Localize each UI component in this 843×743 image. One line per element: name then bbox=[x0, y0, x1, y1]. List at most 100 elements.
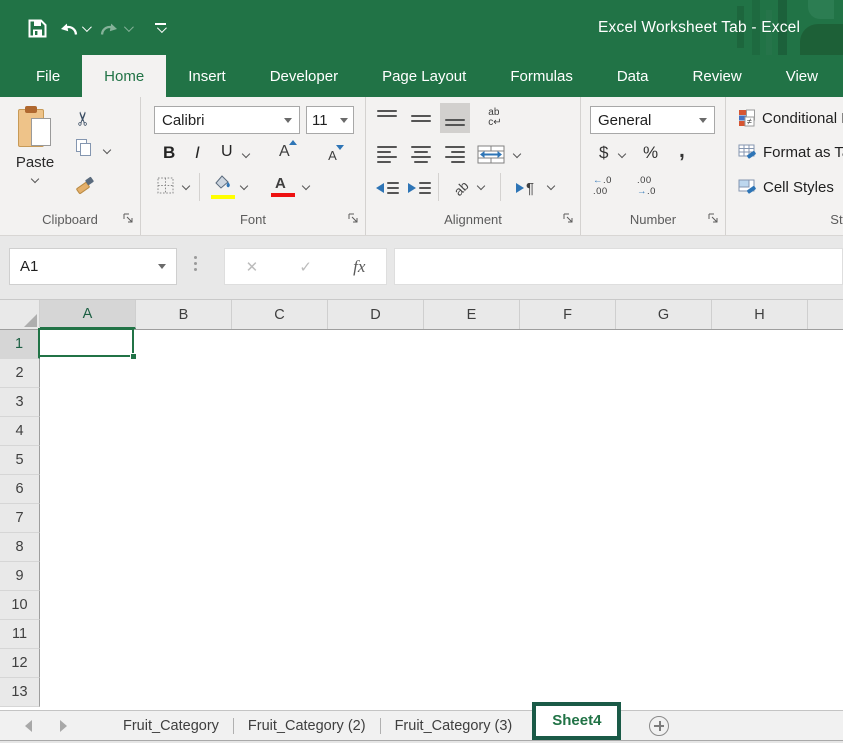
column-header-d[interactable]: D bbox=[328, 300, 424, 329]
row-header-10[interactable]: 10 bbox=[0, 591, 40, 620]
orientation-button[interactable]: ab bbox=[446, 173, 476, 203]
cell-styles-button[interactable]: Cell Styles bbox=[738, 179, 834, 196]
row-header-6[interactable]: 6 bbox=[0, 475, 40, 504]
tab-insert[interactable]: Insert bbox=[166, 55, 248, 97]
increase-decimal-button[interactable]: ←.0 .00 bbox=[593, 175, 612, 197]
increase-indent-button[interactable] bbox=[404, 173, 434, 203]
tab-review[interactable]: Review bbox=[671, 55, 764, 97]
tab-developer[interactable]: Developer bbox=[248, 55, 360, 97]
name-box[interactable]: A1 bbox=[9, 248, 177, 285]
undo-dropdown-icon[interactable] bbox=[82, 22, 92, 32]
cut-button[interactable]: ✂ bbox=[76, 107, 92, 130]
decrease-indent-button[interactable] bbox=[372, 173, 402, 203]
column-header-g[interactable]: G bbox=[616, 300, 712, 329]
decrease-font-size-button[interactable]: A bbox=[328, 148, 337, 163]
fill-color-button[interactable] bbox=[211, 173, 235, 194]
fill-color-dropdown-icon[interactable] bbox=[240, 182, 248, 190]
sheet-tab-sheet4-active[interactable]: Sheet4 bbox=[532, 702, 621, 740]
column-header-c[interactable]: C bbox=[232, 300, 328, 329]
row-header-7[interactable]: 7 bbox=[0, 504, 40, 533]
underline-button[interactable]: U bbox=[221, 143, 233, 161]
sheet-nav-next-icon[interactable] bbox=[60, 720, 67, 732]
paste-button[interactable]: Paste bbox=[6, 102, 64, 210]
sheet-tab-fruit-category-3[interactable]: Fruit_Category (3) bbox=[381, 711, 527, 740]
new-sheet-button[interactable] bbox=[649, 716, 669, 736]
tab-formulas[interactable]: Formulas bbox=[488, 55, 595, 97]
sheet-nav-prev-icon[interactable] bbox=[25, 720, 32, 732]
borders-dropdown-icon[interactable] bbox=[182, 182, 190, 190]
middle-align-button[interactable] bbox=[406, 103, 436, 133]
font-color-dropdown-icon[interactable] bbox=[302, 182, 310, 190]
row-header-2[interactable]: 2 bbox=[0, 359, 40, 388]
sheet-tab-fruit-category-2[interactable]: Fruit_Category (2) bbox=[234, 711, 380, 740]
row-header-5[interactable]: 5 bbox=[0, 446, 40, 475]
formula-input[interactable] bbox=[394, 248, 843, 285]
align-left-button[interactable] bbox=[372, 139, 402, 169]
column-header-e[interactable]: E bbox=[424, 300, 520, 329]
column-header-h[interactable]: H bbox=[712, 300, 808, 329]
bottom-align-button[interactable] bbox=[440, 103, 470, 133]
format-painter-button[interactable] bbox=[74, 173, 96, 198]
fill-handle[interactable] bbox=[130, 353, 137, 360]
cell-grid[interactable] bbox=[40, 330, 843, 707]
text-direction-dropdown-icon[interactable] bbox=[547, 182, 555, 190]
row-header-4[interactable]: 4 bbox=[0, 417, 40, 446]
underline-dropdown-icon[interactable] bbox=[242, 150, 250, 158]
percent-style-button[interactable]: % bbox=[643, 143, 658, 163]
sheet-tab-fruit-category[interactable]: Fruit_Category bbox=[109, 711, 233, 740]
increase-font-size-button[interactable]: A bbox=[279, 143, 290, 161]
format-as-table-button[interactable]: Format as Table bbox=[738, 144, 843, 161]
row-header-8[interactable]: 8 bbox=[0, 533, 40, 562]
number-dialog-launcher[interactable] bbox=[706, 212, 720, 226]
row-header-11[interactable]: 11 bbox=[0, 620, 40, 649]
comma-style-button[interactable]: , bbox=[679, 139, 685, 163]
enter-icon[interactable]: ✓ bbox=[299, 258, 312, 276]
selected-cell-a1[interactable] bbox=[38, 328, 134, 357]
font-name-combo[interactable]: Calibri bbox=[154, 106, 300, 134]
formula-bar-gripper[interactable] bbox=[194, 256, 197, 271]
column-header-partial[interactable] bbox=[808, 300, 843, 329]
row-header-3[interactable]: 3 bbox=[0, 388, 40, 417]
accounting-dropdown-icon[interactable] bbox=[618, 150, 626, 158]
align-center-button[interactable] bbox=[406, 139, 436, 169]
customize-qat-button[interactable] bbox=[155, 23, 166, 33]
text-direction-button[interactable]: ¶ bbox=[508, 173, 542, 203]
borders-button[interactable] bbox=[157, 177, 174, 197]
save-button[interactable] bbox=[28, 19, 47, 38]
font-color-button[interactable]: A bbox=[275, 175, 286, 192]
merge-center-button[interactable] bbox=[474, 139, 508, 169]
conditional-formatting-button[interactable]: ≠ Conditional Formatting bbox=[738, 109, 843, 127]
column-header-b[interactable]: B bbox=[136, 300, 232, 329]
tab-page-layout[interactable]: Page Layout bbox=[360, 55, 488, 97]
alignment-dialog-launcher[interactable] bbox=[561, 212, 575, 226]
row-header-12[interactable]: 12 bbox=[0, 649, 40, 678]
wrap-text-button[interactable]: ab c↵ bbox=[478, 103, 512, 133]
decrease-decimal-button[interactable]: .00 →.0 bbox=[637, 175, 656, 197]
clipboard-dialog-launcher[interactable] bbox=[121, 212, 135, 226]
redo-button[interactable] bbox=[99, 21, 131, 36]
number-format-combo[interactable]: General bbox=[590, 106, 715, 134]
orientation-dropdown-icon[interactable] bbox=[477, 182, 485, 190]
italic-button[interactable]: I bbox=[195, 143, 200, 163]
select-all-corner[interactable] bbox=[0, 300, 40, 329]
column-header-a[interactable]: A bbox=[40, 300, 136, 329]
row-header-9[interactable]: 9 bbox=[0, 562, 40, 591]
tab-view[interactable]: View bbox=[764, 55, 840, 97]
name-box-dropdown-icon[interactable] bbox=[158, 264, 166, 269]
tab-file[interactable]: File bbox=[14, 55, 82, 97]
row-header-13[interactable]: 13 bbox=[0, 678, 40, 707]
undo-button[interactable] bbox=[57, 21, 89, 36]
accounting-format-button[interactable]: $ bbox=[599, 143, 608, 163]
cancel-icon[interactable]: ✕ bbox=[246, 258, 259, 276]
tab-home[interactable]: Home bbox=[82, 55, 166, 97]
tab-data[interactable]: Data bbox=[595, 55, 671, 97]
copy-dropdown-icon[interactable] bbox=[103, 146, 111, 154]
top-align-button[interactable] bbox=[372, 103, 402, 133]
align-right-button[interactable] bbox=[440, 139, 470, 169]
column-header-f[interactable]: F bbox=[520, 300, 616, 329]
redo-dropdown-icon[interactable] bbox=[124, 22, 134, 32]
row-header-1[interactable]: 1 bbox=[0, 330, 40, 359]
paste-dropdown-icon[interactable] bbox=[31, 175, 39, 183]
font-dialog-launcher[interactable] bbox=[346, 212, 360, 226]
font-size-combo[interactable]: 11 bbox=[306, 106, 354, 134]
